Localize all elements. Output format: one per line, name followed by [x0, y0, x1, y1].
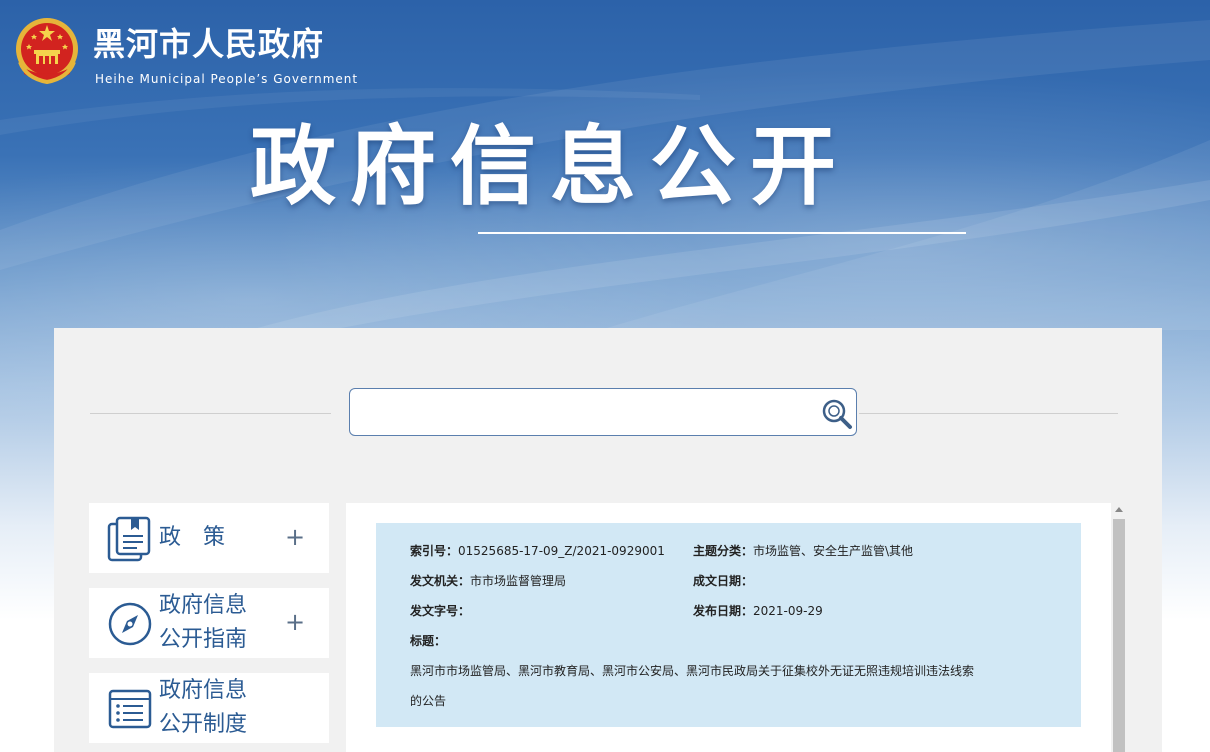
sidebar-item-policy[interactable]: 政 策 + [89, 503, 329, 573]
site-name[interactable]: 黑河市人民政府 [93, 26, 324, 62]
national-emblem-icon [16, 18, 78, 85]
site-name-english: Heihe Municipal People’s Government [95, 72, 359, 86]
main-panel: 政 策 + 政府信息 公开指南 + 政府信息 公开制度 索引号：01525685… [54, 328, 1162, 752]
meta-topic: 主题分类：市场监管、安全生产监管\其他 [693, 544, 914, 558]
sidebar-item-label-line2: 公开指南 [159, 627, 248, 652]
expand-plus-icon[interactable]: + [285, 608, 305, 636]
search-icon[interactable] [820, 397, 854, 431]
scrollbar-thumb[interactable] [1113, 519, 1125, 752]
meta-doc-no: 发文字号： [410, 604, 471, 618]
meta-title-line2: 的公告 [410, 694, 447, 708]
meta-index-no: 索引号：01525685-17-09_Z/2021-0929001 [410, 544, 665, 558]
search-input[interactable] [358, 395, 812, 431]
meta-issuer: 发文机关：市市场监督管理局 [410, 574, 567, 588]
hero-underline [478, 232, 966, 234]
document-content: 索引号：01525685-17-09_Z/2021-0929001 主题分类：市… [346, 503, 1111, 752]
list-icon [108, 689, 152, 729]
document-metadata-box: 索引号：01525685-17-09_Z/2021-0929001 主题分类：市… [376, 523, 1081, 727]
sidebar-item-label-line2: 公开制度 [159, 712, 248, 737]
compass-icon [108, 602, 152, 646]
sidebar-item-disclosure-guide[interactable]: 政府信息 公开指南 + [89, 588, 329, 658]
search-divider-left [90, 413, 331, 414]
search-box [349, 388, 857, 436]
meta-publish-date: 发布日期：2021-09-29 [693, 604, 823, 618]
content-scrollbar[interactable] [1113, 503, 1125, 752]
meta-title-line1: 黑河市市场监管局、黑河市教育局、黑河市公安局、黑河市民政局关于征集校外无证无照违… [410, 664, 975, 678]
scroll-up-arrow-icon[interactable] [1115, 507, 1123, 512]
meta-created-date: 成文日期： [693, 574, 754, 588]
sidebar-item-label-line1: 政府信息 [159, 593, 248, 618]
sidebar-item-disclosure-system[interactable]: 政府信息 公开制度 [89, 673, 329, 743]
search-divider-right [859, 413, 1118, 414]
sidebar-item-label: 政 策 [159, 525, 226, 550]
document-icon [107, 516, 151, 562]
sidebar-item-label-line1: 政府信息 [159, 678, 248, 703]
hero-title: 政府信息公开 [250, 117, 850, 217]
meta-title-label: 标题： [410, 634, 447, 648]
expand-plus-icon[interactable]: + [285, 523, 305, 551]
